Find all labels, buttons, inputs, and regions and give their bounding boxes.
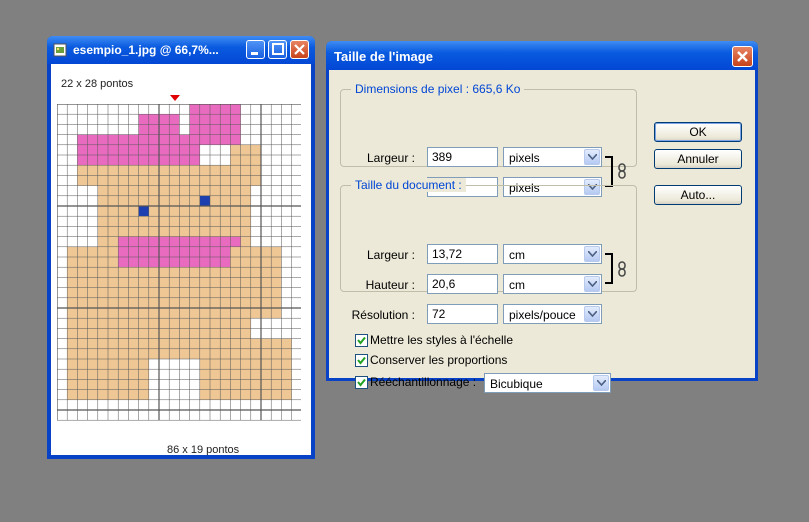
pixel-width-label: Largeur :: [366, 151, 415, 165]
doc-width-label: Largeur :: [366, 248, 415, 262]
chevron-down-icon: [584, 246, 600, 262]
doc-link-bracket: [605, 253, 613, 284]
constrain-proportions-label[interactable]: Conserver les proportions: [370, 353, 507, 367]
pixel-width-unit-select[interactable]: pixels: [503, 147, 602, 167]
checkmark-icon: [357, 336, 366, 345]
maximize-button[interactable]: [268, 40, 287, 59]
doc-width-input[interactable]: [427, 244, 498, 264]
chain-link-icon: [618, 163, 626, 179]
chevron-down-icon: [593, 375, 609, 391]
pixel-dimensions-legend: Dimensions de pixel : 665,6 Ko: [351, 82, 525, 96]
constrain-proportions-checkbox[interactable]: [355, 354, 368, 367]
image-file-icon: [53, 43, 67, 57]
checkmark-icon: [357, 356, 366, 365]
resample-label[interactable]: Rééchantillonnage :: [370, 375, 476, 389]
pixel-width-unit: pixels: [509, 151, 540, 165]
dialog-body: Dimensions de pixel : 665,6 Ko Largeur :…: [329, 70, 755, 393]
maximize-icon: [272, 43, 284, 55]
resolution-unit-select[interactable]: pixels/pouce: [503, 304, 602, 324]
pixel-link-bracket: [605, 156, 613, 187]
resolution-unit: pixels/pouce: [509, 308, 576, 322]
auto-button[interactable]: Auto...: [654, 185, 742, 205]
ok-button[interactable]: OK: [654, 122, 742, 142]
checkmark-icon: [357, 378, 366, 387]
doc-height-unit: cm: [509, 278, 525, 292]
document-title: esempio_1.jpg @ 66,7%...: [73, 43, 219, 57]
close-icon: [737, 51, 748, 62]
cross-stitch-bear-pattern: [57, 104, 301, 421]
chevron-down-icon: [584, 276, 600, 292]
doc-height-input[interactable]: [427, 274, 498, 294]
pattern-caption-bottom: 86 x 19 pontos: [167, 444, 240, 455]
image-size-dialog: Taille de l'image Dimensions de pixel : …: [326, 41, 758, 393]
minimize-button[interactable]: [246, 40, 265, 59]
doc-height-label: Hauteur :: [365, 278, 415, 292]
chevron-down-icon: [584, 149, 600, 165]
resample-method-select[interactable]: Bicubique: [484, 373, 611, 393]
chain-link-icon: [618, 261, 626, 277]
dialog-title: Taille de l'image: [334, 49, 433, 64]
close-icon: [294, 44, 305, 55]
document-title-bar[interactable]: esempio_1.jpg @ 66,7%...: [47, 36, 315, 64]
chevron-down-icon: [584, 306, 600, 322]
doc-width-unit-select[interactable]: cm: [503, 244, 602, 264]
center-marker-icon: [170, 95, 180, 101]
resolution-label: Résolution :: [351, 308, 415, 322]
resolution-input[interactable]: [427, 304, 498, 324]
pixel-width-input[interactable]: [427, 147, 498, 167]
resample-checkbox[interactable]: [355, 376, 368, 389]
doc-width-unit: cm: [509, 248, 525, 262]
scale-styles-checkbox[interactable]: [355, 334, 368, 347]
dialog-title-bar[interactable]: Taille de l'image: [326, 41, 758, 70]
pattern-caption-top: 22 x 28 pontos: [61, 78, 134, 90]
document-size-legend: Taille du document :: [351, 178, 466, 192]
resample-method: Bicubique: [490, 377, 543, 391]
document-window: esempio_1.jpg @ 66,7%... 22 x 28 pontos …: [47, 36, 315, 459]
close-button[interactable]: [290, 40, 309, 59]
doc-height-unit-select[interactable]: cm: [503, 274, 602, 294]
cancel-button[interactable]: Annuler: [654, 149, 742, 169]
minimize-icon: [251, 52, 258, 55]
dialog-close-button[interactable]: [732, 46, 753, 67]
document-canvas[interactable]: 22 x 28 pontos 86 x 19 pontos: [51, 64, 311, 455]
scale-styles-label[interactable]: Mettre les styles à l'échelle: [370, 333, 513, 347]
